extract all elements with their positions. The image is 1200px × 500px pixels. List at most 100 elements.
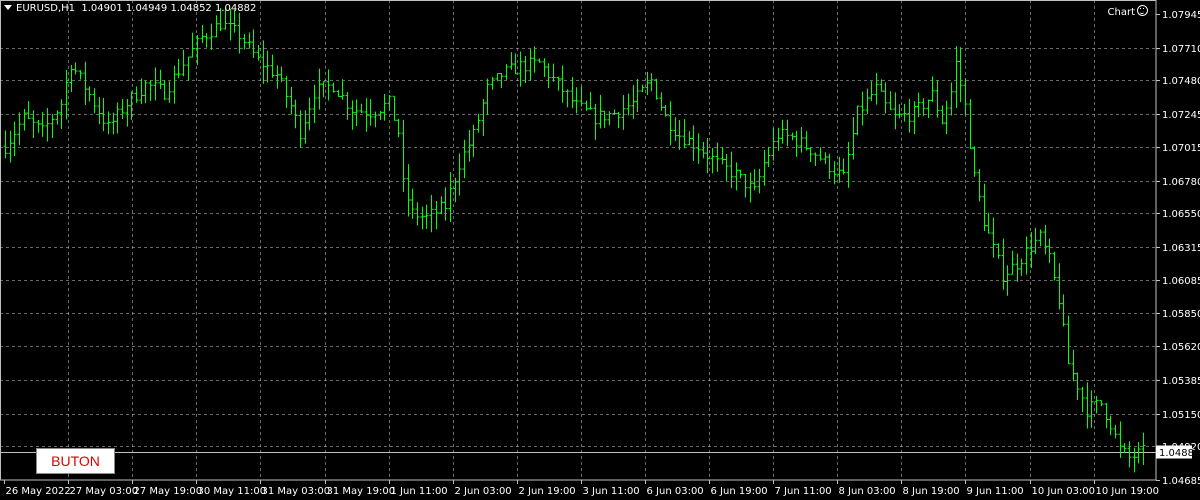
ohlc-bar bbox=[209, 23, 214, 50]
ohlc-bar bbox=[1019, 258, 1024, 276]
ohlc-bar bbox=[317, 68, 322, 110]
x-tick-label: 30 May 11:00 bbox=[198, 486, 267, 497]
ohlc-bar bbox=[935, 80, 940, 118]
ohlc-bar bbox=[813, 152, 818, 167]
x-tick-label: 2 Jun 19:00 bbox=[519, 486, 576, 497]
dropdown-triangle-icon[interactable] bbox=[4, 5, 12, 10]
grid bbox=[0, 0, 1157, 481]
ohlc-bar bbox=[748, 172, 753, 203]
ohlc-bar bbox=[551, 63, 556, 82]
ohlc-bar bbox=[354, 99, 359, 127]
ohlc-bar bbox=[921, 98, 926, 117]
ohlc-bar bbox=[200, 24, 205, 43]
ohlc-bar bbox=[893, 92, 898, 130]
ohlc-bar bbox=[907, 98, 912, 133]
buton-button[interactable]: BUTON bbox=[36, 448, 115, 474]
ohlc-bar bbox=[996, 243, 1001, 259]
ohlc-bar bbox=[1104, 403, 1109, 429]
ohlc-bar bbox=[247, 32, 252, 49]
ohlc-bar bbox=[167, 81, 172, 103]
ohlc-bar bbox=[902, 103, 907, 122]
ohlc-bar bbox=[251, 29, 256, 59]
ohlc-bar bbox=[724, 153, 729, 181]
ohlc-bar bbox=[584, 100, 589, 111]
ohlc-bar bbox=[443, 187, 448, 221]
ohlc-bar bbox=[87, 86, 92, 102]
ohlc-bar bbox=[284, 76, 289, 108]
ohlc-bar bbox=[237, 12, 242, 54]
ohlc-bar bbox=[949, 82, 954, 116]
ohlc-bar bbox=[331, 82, 336, 93]
ohlc-bar bbox=[968, 99, 973, 149]
ohlc-bar bbox=[762, 149, 767, 186]
ohlc-bar bbox=[1099, 400, 1104, 407]
y-tick-label: 1.07480 bbox=[1162, 76, 1200, 87]
ohlc-bar bbox=[598, 94, 603, 129]
ohlc-bar bbox=[912, 101, 917, 135]
ohlc-bar bbox=[1052, 251, 1057, 281]
ohlc-bar bbox=[181, 49, 186, 77]
ohlc-bar bbox=[3, 130, 8, 159]
ohlc-bar bbox=[289, 86, 294, 115]
y-tick-label: 1.06085 bbox=[1162, 276, 1200, 287]
x-tick-label: 7 Jun 11:00 bbox=[775, 486, 832, 497]
chart-label[interactable]: Chart bbox=[1108, 5, 1148, 18]
ohlc-bar bbox=[588, 91, 593, 110]
ohlc-bar bbox=[1122, 443, 1127, 454]
ohlc-bar bbox=[734, 162, 739, 191]
ohlc-bar bbox=[1001, 238, 1006, 290]
x-tick-label: 3 Jun 11:00 bbox=[583, 486, 640, 497]
ohlc-bar bbox=[860, 91, 865, 126]
ohlc-bar bbox=[265, 50, 270, 83]
ohlc-bar bbox=[214, 15, 219, 38]
ohlc-bar bbox=[888, 91, 893, 110]
ohlc-bar bbox=[434, 200, 439, 230]
ohlc-bar bbox=[869, 81, 874, 102]
ohlc-bar bbox=[687, 131, 692, 146]
ohlc-bar bbox=[92, 88, 97, 114]
ohlc-bar bbox=[977, 169, 982, 202]
ohlc-bar bbox=[846, 141, 851, 188]
ohlc-bar bbox=[462, 139, 467, 179]
ohlc-bar bbox=[1127, 441, 1132, 468]
y-tick-label: 1.06315 bbox=[1162, 243, 1200, 254]
ohlc-bar bbox=[832, 161, 837, 185]
ohlc-bar bbox=[1075, 372, 1080, 400]
chart-window[interactable]: 1.07945 1.07710 1.07480 1.07245 1.07015 1.067… bbox=[0, 0, 1200, 500]
ohlc-bar bbox=[279, 66, 284, 83]
ohlc-bar bbox=[729, 151, 734, 189]
ohlc-bar bbox=[560, 65, 565, 103]
ohlc-bar bbox=[1080, 386, 1085, 413]
y-tick-label: 1.05385 bbox=[1162, 376, 1200, 387]
ohlc-bar bbox=[139, 78, 144, 104]
y-tick-label: 1.07015 bbox=[1162, 143, 1200, 154]
chart-header: EURUSD,H1 1.04901 1.04949 1.04852 1.0488… bbox=[4, 3, 256, 14]
ohlc-bar bbox=[481, 99, 486, 136]
ohlc-bar bbox=[504, 63, 509, 80]
x-tick-label: 10 Jun 19:00 bbox=[1096, 486, 1160, 497]
ohlc-bar bbox=[645, 71, 650, 95]
x-tick-label: 1 Jun 11:00 bbox=[391, 486, 448, 497]
ohlc-bar bbox=[256, 45, 261, 61]
ohlc-bar bbox=[785, 119, 790, 147]
ohlc-bar bbox=[336, 89, 341, 97]
price-chart[interactable]: 1.07945 1.07710 1.07480 1.07245 1.07015 1.067… bbox=[0, 0, 1200, 500]
ohlc-bar bbox=[780, 119, 785, 144]
ohlc-bar bbox=[743, 173, 748, 198]
ohlc-bar bbox=[537, 58, 542, 63]
ohlc-bar bbox=[874, 72, 879, 105]
ohlc-bar bbox=[954, 46, 959, 109]
ohlc-readout: 1.04901 1.04949 1.04852 1.04882 bbox=[81, 3, 257, 14]
x-tick-label: 27 May 03:00 bbox=[70, 486, 139, 497]
ohlc-bars bbox=[3, 8, 1146, 473]
chart-label-text: Chart bbox=[1107, 7, 1135, 18]
ohlc-bar bbox=[509, 52, 514, 70]
y-tick-label: 1.07710 bbox=[1162, 44, 1200, 55]
ohlc-bar bbox=[45, 108, 50, 142]
ohlc-bar bbox=[528, 48, 533, 81]
ohlc-bar bbox=[546, 63, 551, 89]
ohlc-bar bbox=[448, 172, 453, 223]
ohlc-bar bbox=[570, 77, 575, 109]
ohlc-bar bbox=[1113, 424, 1118, 439]
ohlc-bar bbox=[808, 147, 813, 163]
